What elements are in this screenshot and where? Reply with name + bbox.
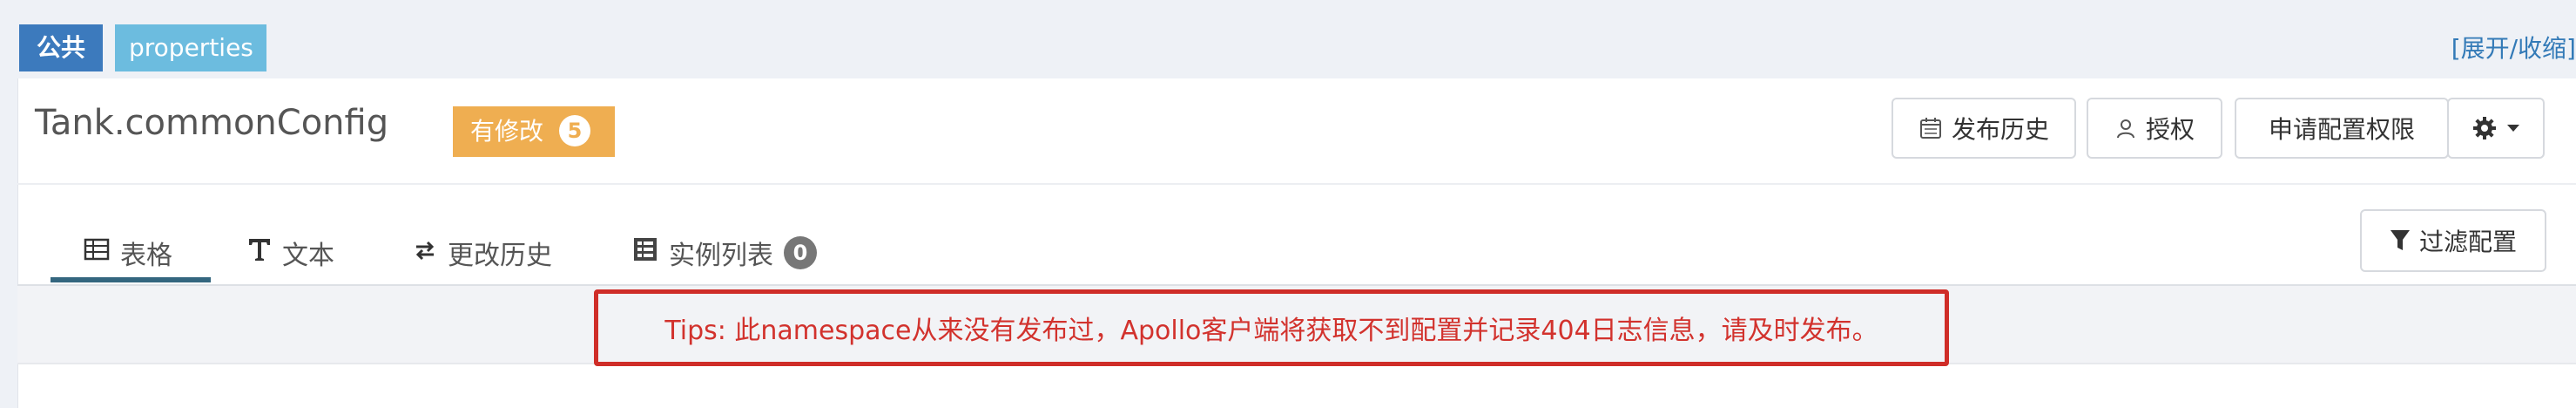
tab-text-label: 文本 xyxy=(282,241,334,271)
calendar-icon xyxy=(1919,116,1943,140)
format-tag: properties xyxy=(115,24,266,71)
tab-instances-label: 实例列表 xyxy=(669,241,773,271)
modified-label: 有修改 xyxy=(470,117,544,146)
release-history-button[interactable]: 发布历史 xyxy=(1892,98,2076,159)
filter-config-label: 过滤配置 xyxy=(2418,228,2517,256)
public-tag: 公共 xyxy=(19,24,103,71)
tab-history[interactable]: 更改历史 xyxy=(413,234,552,272)
namespace-title: Tank.commonConfig xyxy=(35,103,389,143)
settings-dropdown-button[interactable] xyxy=(2447,98,2545,159)
expand-collapse-toggle[interactable]: [展开/收缩] xyxy=(2451,30,2576,65)
request-permission-label: 申请配置权限 xyxy=(2268,115,2415,144)
gear-icon xyxy=(2471,115,2498,141)
filter-config-button[interactable]: 过滤配置 xyxy=(2360,209,2546,272)
unpublished-warning: Tips: 此namespace从来没有发布过，Apollo客户端将获取不到配置… xyxy=(594,289,1949,366)
tab-history-label: 更改历史 xyxy=(448,241,552,271)
text-icon xyxy=(247,236,272,269)
authorize-button[interactable]: 授权 xyxy=(2087,98,2222,159)
filter-icon xyxy=(2390,228,2411,253)
active-tab-indicator xyxy=(51,277,211,282)
instance-list-icon xyxy=(632,236,658,269)
tab-table[interactable]: 表格 xyxy=(84,234,172,272)
chevron-down-icon xyxy=(2506,124,2520,133)
authorize-label: 授权 xyxy=(2145,115,2195,144)
request-permission-button[interactable]: 申请配置权限 xyxy=(2235,98,2449,159)
table-icon xyxy=(84,237,110,269)
user-icon xyxy=(2114,117,2137,139)
header-divider xyxy=(17,183,2576,185)
history-icon xyxy=(413,238,437,269)
tab-table-label: 表格 xyxy=(120,241,172,271)
unpublished-warning-text: Tips: 此namespace从来没有发布过，Apollo客户端将获取不到配置… xyxy=(664,316,1878,346)
release-history-label: 发布历史 xyxy=(1951,115,2049,144)
tab-text[interactable]: 文本 xyxy=(247,234,334,272)
tab-instances[interactable]: 实例列表 0 xyxy=(632,234,817,272)
instance-count-badge: 0 xyxy=(784,236,817,269)
modified-count: 5 xyxy=(559,115,591,146)
modified-badge: 有修改 5 xyxy=(453,106,615,157)
